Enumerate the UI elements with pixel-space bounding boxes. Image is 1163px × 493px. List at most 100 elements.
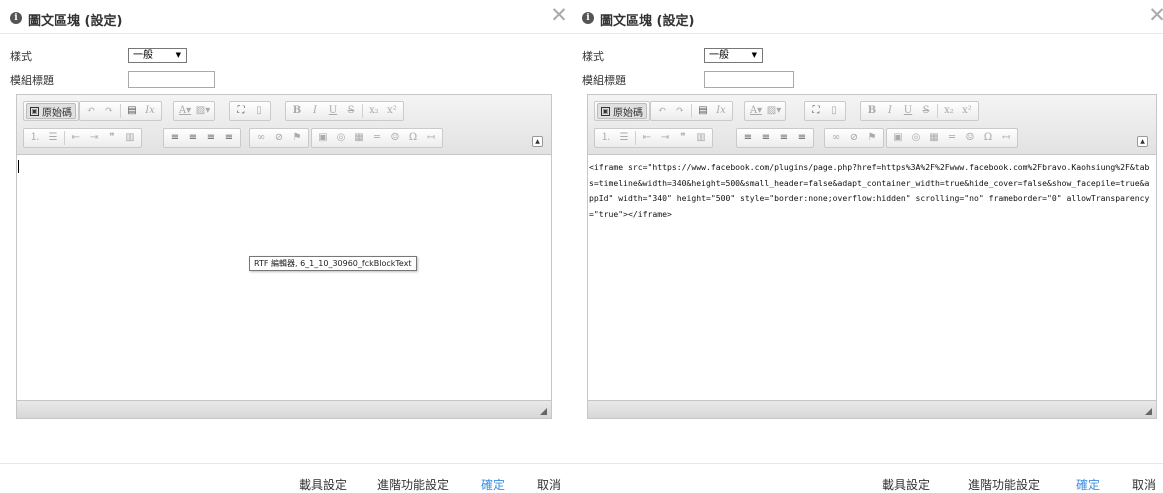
toolbar-group-colors: A▾ ▨▾ [744,101,786,121]
link-icon[interactable]: ∞ [252,130,270,146]
editor-toolbar: ▣ 原始碼 ↶ ↷ ▤ Ix A▾ ▨▾ ⛶ ▯ B I U S x₂ x² ⒈… [588,95,1156,155]
toolbar-group-history: ↶ ↷ ▤ Ix [79,101,162,121]
close-icon[interactable]: ✕ [548,5,570,27]
strikethrough-icon[interactable]: S [342,103,360,119]
paste-from-word-icon[interactable]: ▤ [123,103,141,119]
smiley-icon[interactable]: ☺ [961,130,979,146]
advanced-settings-button[interactable]: 進階功能設定 [968,476,1040,493]
background-color-icon[interactable]: ▨▾ [194,103,212,119]
align-center-icon[interactable]: ≡ [757,130,775,146]
style-select[interactable]: 一般 ▼ [128,48,187,63]
collapse-toolbar-icon[interactable]: ▲ [1137,136,1148,147]
cancel-button[interactable]: 取消 [1132,476,1156,493]
underline-icon[interactable]: U [324,103,342,119]
redo-icon[interactable]: ↷ [671,103,689,119]
bold-icon[interactable]: B [288,103,306,119]
show-blocks-icon[interactable]: ▯ [250,103,268,119]
anchor-icon[interactable]: ⚑ [863,130,881,146]
carrier-settings-button[interactable]: 載具設定 [882,476,930,493]
confirm-button[interactable]: 確定 [481,476,505,493]
close-icon[interactable]: ✕ [1146,5,1163,27]
anchor-icon[interactable]: ⚑ [288,130,306,146]
table-icon[interactable]: ▦ [350,130,368,146]
advanced-settings-button[interactable]: 進階功能設定 [377,476,449,493]
div-container-icon[interactable]: ▥ [121,130,139,146]
maximize-icon[interactable]: ⛶ [807,103,825,119]
text-color-icon[interactable]: A▾ [747,103,765,119]
page-break-icon[interactable]: ↤ [997,130,1015,146]
superscript-icon[interactable]: x² [383,103,401,119]
horizontal-line-icon[interactable]: ═ [943,130,961,146]
image-icon[interactable]: ▣ [889,130,907,146]
resize-handle-icon[interactable] [540,408,547,415]
justify-icon[interactable]: ≡ [220,130,238,146]
numbered-list-icon[interactable]: ⒈ [26,130,44,146]
collapse-toolbar-icon[interactable]: ▲ [532,136,543,147]
left-dialog: i 圖文區塊 (設定) ✕ 樣式 一般 ▼ 模組標題 ▣ 原始碼 ↶ ↷ ▤ I… [0,0,572,493]
blockquote-icon[interactable]: ❞ [103,130,121,146]
italic-icon[interactable]: I [306,103,324,119]
div-container-icon[interactable]: ▥ [692,130,710,146]
bulleted-list-icon[interactable]: ☰ [44,130,62,146]
module-title-input[interactable] [128,71,215,88]
editor-content-area[interactable]: <iframe src="https://www.facebook.com/pl… [588,156,1156,400]
flash-icon[interactable]: ◎ [332,130,350,146]
numbered-list-icon[interactable]: ⒈ [597,130,615,146]
confirm-button[interactable]: 確定 [1076,476,1100,493]
special-char-icon[interactable]: Ω [404,130,422,146]
module-title-input[interactable] [704,71,794,88]
show-blocks-icon[interactable]: ▯ [825,103,843,119]
italic-icon[interactable]: I [881,103,899,119]
align-right-icon[interactable]: ≡ [775,130,793,146]
resize-handle-icon[interactable] [1145,408,1152,415]
align-left-icon[interactable]: ≡ [166,130,184,146]
superscript-icon[interactable]: x² [958,103,976,119]
special-char-icon[interactable]: Ω [979,130,997,146]
justify-icon[interactable]: ≡ [793,130,811,146]
editor-content-area[interactable]: RTF 編輯器, 6_1_10_30960_fckBlockText [17,156,551,400]
cancel-button[interactable]: 取消 [537,476,561,493]
redo-icon[interactable]: ↷ [100,103,118,119]
flash-icon[interactable]: ◎ [907,130,925,146]
align-right-icon[interactable]: ≡ [202,130,220,146]
horizontal-line-icon[interactable]: ═ [368,130,386,146]
unlink-icon[interactable]: ⊘ [845,130,863,146]
outdent-icon[interactable]: ⇤ [67,130,85,146]
source-button[interactable]: ▣ 原始碼 [597,103,647,119]
toolbar-group-basic-styles: B I U S x₂ x² [860,101,979,121]
link-icon[interactable]: ∞ [827,130,845,146]
text-color-icon[interactable]: A▾ [176,103,194,119]
undo-icon[interactable]: ↶ [82,103,100,119]
bulleted-list-icon[interactable]: ☰ [615,130,633,146]
table-icon[interactable]: ▦ [925,130,943,146]
toolbar-group-basic-styles: B I U S x₂ x² [285,101,404,121]
page-break-icon[interactable]: ↤ [422,130,440,146]
remove-format-icon[interactable]: Ix [712,103,730,119]
subscript-icon[interactable]: x₂ [365,103,383,119]
bold-icon[interactable]: B [863,103,881,119]
source-button[interactable]: ▣ 原始碼 [26,103,76,119]
indent-icon[interactable]: ⇥ [85,130,103,146]
toolbar-group-source: ▣ 原始碼 [594,101,650,121]
align-left-icon[interactable]: ≡ [739,130,757,146]
maximize-icon[interactable]: ⛶ [232,103,250,119]
background-color-icon[interactable]: ▨▾ [765,103,783,119]
paste-from-word-icon[interactable]: ▤ [694,103,712,119]
image-icon[interactable]: ▣ [314,130,332,146]
align-center-icon[interactable]: ≡ [184,130,202,146]
blockquote-icon[interactable]: ❞ [674,130,692,146]
subscript-icon[interactable]: x₂ [940,103,958,119]
outdent-icon[interactable]: ⇤ [638,130,656,146]
unlink-icon[interactable]: ⊘ [270,130,288,146]
carrier-settings-button[interactable]: 載具設定 [299,476,347,493]
indent-icon[interactable]: ⇥ [656,130,674,146]
toolbar-separator [120,104,121,118]
strikethrough-icon[interactable]: S [917,103,935,119]
undo-icon[interactable]: ↶ [653,103,671,119]
underline-icon[interactable]: U [899,103,917,119]
style-select[interactable]: 一般 ▼ [704,48,763,63]
remove-format-icon[interactable]: Ix [141,103,159,119]
smiley-icon[interactable]: ☺ [386,130,404,146]
toolbar-group-tools: ⛶ ▯ [229,101,271,121]
toolbar-group-source: ▣ 原始碼 [23,101,79,121]
